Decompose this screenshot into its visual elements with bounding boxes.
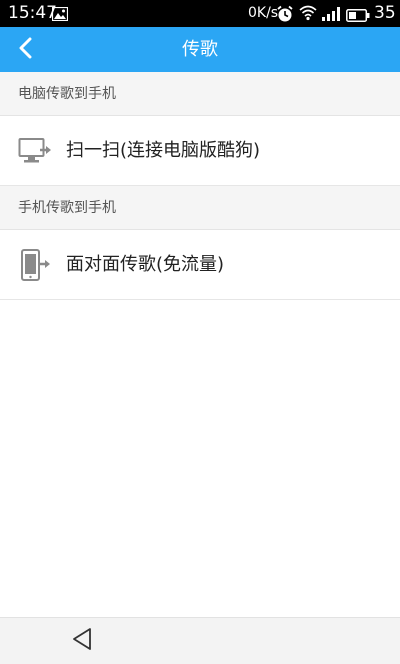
section-header-phone: 手机传歌到手机: [0, 186, 400, 230]
phone-transfer-icon: [18, 248, 52, 282]
alarm-icon: [276, 5, 294, 27]
section-header-computer: 电脑传歌到手机: [0, 72, 400, 116]
battery-level: 35: [374, 3, 396, 23]
section-header-label: 手机传歌到手机: [18, 200, 116, 216]
wifi-icon: [299, 5, 317, 25]
status-time: 15:47: [8, 3, 57, 23]
face-to-face-transfer-label: 面对面传歌(免流量): [66, 254, 225, 275]
chevron-left-icon: [18, 37, 34, 63]
signal-icon: [322, 6, 342, 25]
triangle-back-icon: [71, 627, 93, 655]
image-icon: [51, 6, 69, 25]
section-header-label: 电脑传歌到手机: [18, 86, 116, 102]
battery-icon: [346, 7, 370, 26]
computer-transfer-icon: [18, 134, 52, 168]
back-button[interactable]: [6, 27, 46, 72]
transfer-songs-screen: 15:47 0K/s 35 传歌 电脑传歌到手机 扫一扫(连接电脑版酷狗) 手机…: [0, 0, 400, 664]
system-nav-bar: [0, 617, 400, 664]
page-title: 传歌: [182, 39, 218, 60]
face-to-face-transfer-item[interactable]: 面对面传歌(免流量): [0, 230, 400, 300]
scan-connect-pc-label: 扫一扫(连接电脑版酷狗): [66, 140, 261, 161]
status-bar: 15:47 0K/s 35: [0, 0, 400, 27]
scan-connect-pc-item[interactable]: 扫一扫(连接电脑版酷狗): [0, 116, 400, 186]
nav-back-button[interactable]: [64, 624, 100, 658]
title-bar: 传歌: [0, 27, 400, 72]
network-speed: 0K/s: [248, 5, 279, 21]
